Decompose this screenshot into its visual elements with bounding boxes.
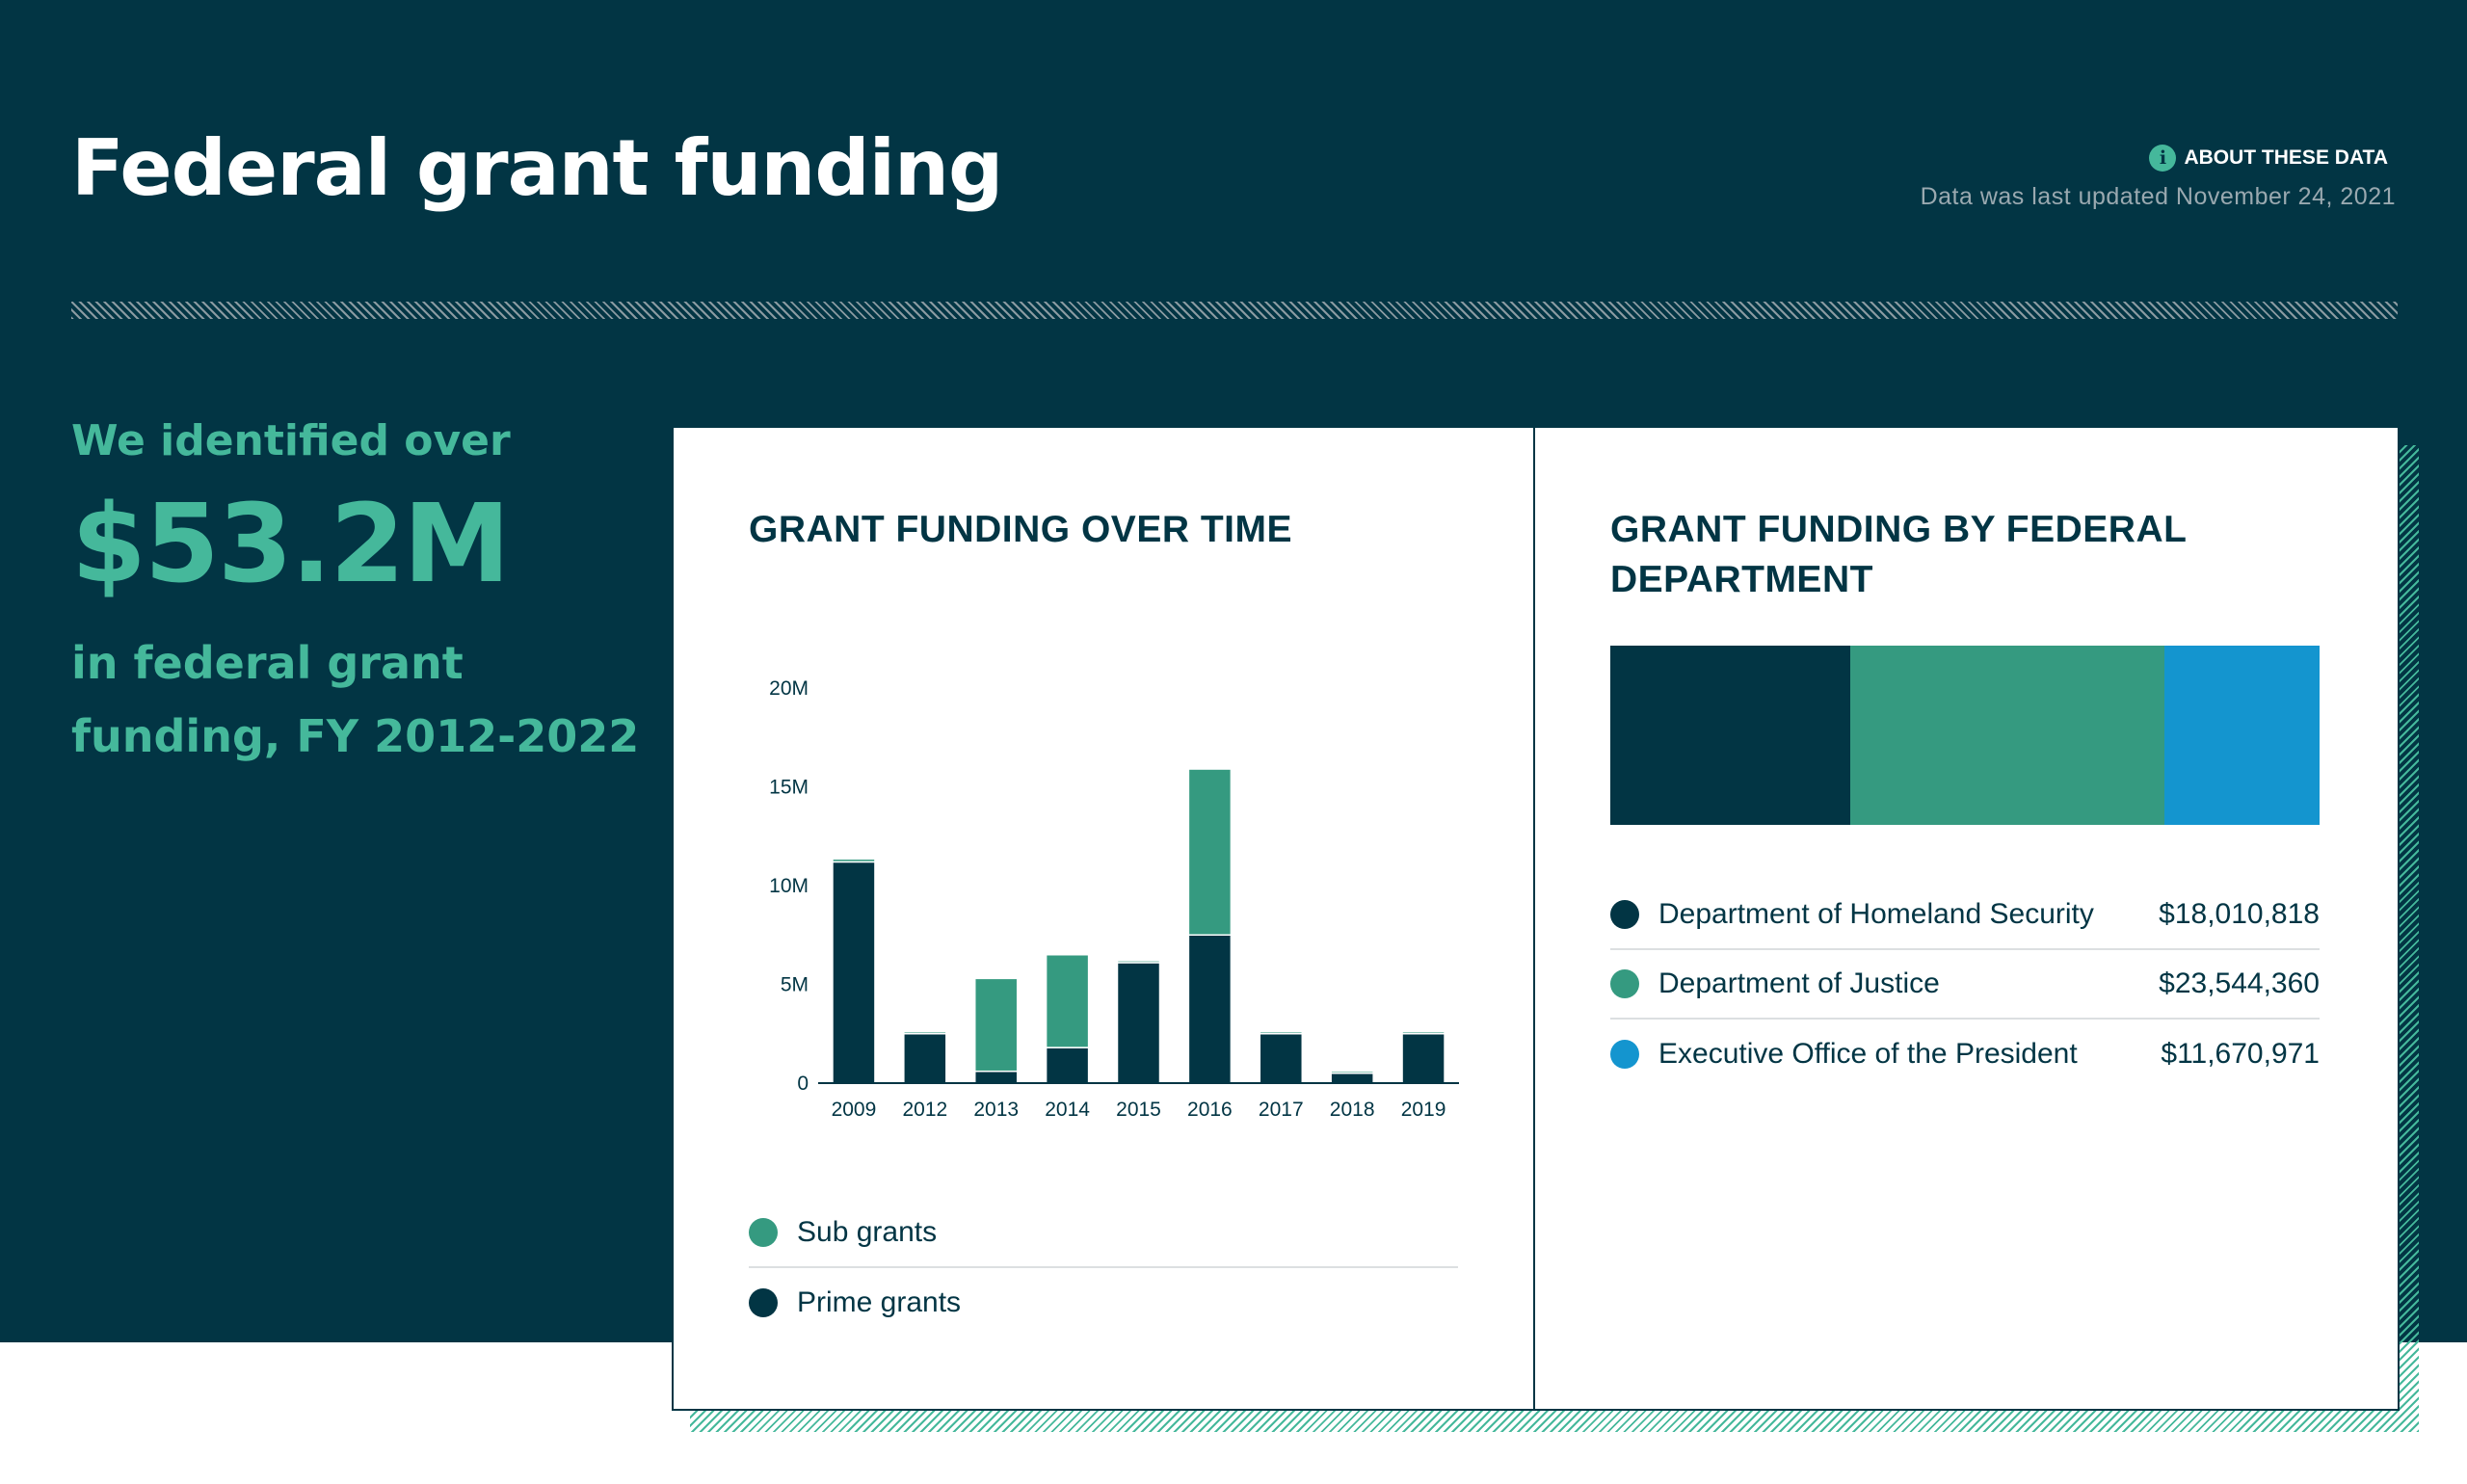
funding-over-time-legend: Sub grants Prime grants xyxy=(749,1199,1458,1338)
bar-sub-grants-2013[interactable] xyxy=(973,977,1019,1073)
bar-prime-grants-2015[interactable] xyxy=(1116,962,1161,1084)
x-tick-label: 2017 xyxy=(1259,1099,1304,1121)
legend-value: $23,544,360 xyxy=(2159,967,2320,999)
chart-title: GRANT FUNDING BY FEDERAL DEPARTMENT xyxy=(1610,509,2187,600)
card-hatch-shadow-right xyxy=(2398,445,2419,1432)
legend-item[interactable]: Department of Homeland Security $18,010,8… xyxy=(1610,881,2320,950)
bar-prime-grants-2014[interactable] xyxy=(1045,1047,1090,1084)
x-tick-label: 2012 xyxy=(902,1099,947,1121)
last-updated-text: Data was last updated November 24, 2021 xyxy=(1920,183,2396,210)
legend-label: Department of Homeland Security xyxy=(1658,898,2094,930)
bar-sub-grants-2012[interactable] xyxy=(903,1030,947,1035)
legend-item[interactable]: Sub grants xyxy=(749,1199,1458,1268)
x-tick-label: 2009 xyxy=(832,1099,877,1121)
summary-lead: We identified over xyxy=(71,416,511,465)
x-tick-label: 2015 xyxy=(1116,1099,1161,1121)
bar-segment-executive-office-of-the-president[interactable] xyxy=(2163,646,2320,825)
legend-value: $11,670,971 xyxy=(2161,1038,2320,1070)
x-tick-label: 2019 xyxy=(1401,1099,1446,1121)
page-title: Federal grant funding xyxy=(71,123,1003,213)
bar-prime-grants-2009[interactable] xyxy=(832,861,876,1084)
chart-title: GRANT FUNDING OVER TIME xyxy=(749,509,1292,550)
bar-sub-grants-2009[interactable] xyxy=(832,858,876,863)
legend-dot-icon xyxy=(1610,969,1639,998)
y-tick-label: 15M xyxy=(769,777,809,799)
summary-trail: in federal grant funding, FY 2012-2022 xyxy=(71,637,640,762)
legend-value: $18,010,818 xyxy=(2159,898,2320,930)
legend-item[interactable]: Executive Office of the President $11,670… xyxy=(1610,1020,2320,1089)
bar-prime-grants-2017[interactable] xyxy=(1259,1033,1304,1084)
funding-over-time-chart: 20M 15M 10M 5M 0 2009 2012 2013 2014 2015 2016 2017… xyxy=(769,677,1459,1121)
legend-item[interactable]: Prime grants xyxy=(749,1268,1458,1338)
legend-label: Sub grants xyxy=(797,1216,938,1248)
legend-dot-icon xyxy=(749,1288,778,1317)
x-tick-label: 2016 xyxy=(1187,1099,1233,1121)
legend-dot-icon xyxy=(1610,900,1639,929)
legend-label: Department of Justice xyxy=(1658,967,1940,999)
x-tick-label: 2018 xyxy=(1330,1099,1375,1121)
bar-sub-grants-2014[interactable] xyxy=(1045,954,1090,1048)
card-funding-over-time: GRANT FUNDING OVER TIME 20M 15M 10M 5M 0 2009… xyxy=(672,426,1535,1411)
info-icon: i xyxy=(2149,145,2177,172)
legend-label: Prime grants xyxy=(797,1286,962,1318)
bar-sub-grants-2019[interactable] xyxy=(1401,1030,1446,1035)
y-tick-label: 10M xyxy=(769,875,809,897)
y-tick-label: 20M xyxy=(769,677,809,700)
legend-dot-icon xyxy=(1610,1040,1639,1069)
bar-sub-grants-2015[interactable] xyxy=(1116,960,1161,964)
bar-sub-grants-2018[interactable] xyxy=(1330,1070,1374,1074)
bar-prime-grants-2016[interactable] xyxy=(1187,934,1233,1084)
x-tick-label: 2014 xyxy=(1045,1099,1090,1121)
bar-sub-grants-2017[interactable] xyxy=(1259,1030,1304,1035)
bar-prime-grants-2013[interactable] xyxy=(973,1070,1019,1084)
y-tick-label: 0 xyxy=(797,1073,809,1095)
y-tick-label: 5M xyxy=(781,974,809,996)
card-hatch-shadow-bottom xyxy=(690,1411,2419,1432)
bar-sub-grants-2016[interactable] xyxy=(1187,768,1233,936)
legend-dot-icon xyxy=(749,1218,778,1247)
bar-prime-grants-2018[interactable] xyxy=(1330,1073,1374,1084)
department-stacked-bar xyxy=(1610,646,2320,825)
about-label: ABOUT THESE DATA xyxy=(2184,146,2388,169)
legend-item[interactable]: Department of Justice $23,544,360 xyxy=(1610,950,2320,1020)
hatch-divider xyxy=(71,302,2398,319)
bar-prime-grants-2019[interactable] xyxy=(1401,1033,1446,1084)
department-legend: Department of Homeland Security $18,010,8… xyxy=(1610,881,2320,1089)
about-these-data-link[interactable]: i ABOUT THESE DATA xyxy=(2149,145,2388,172)
bar-segment-department-of-justice[interactable] xyxy=(1850,646,2164,825)
card-funding-by-department: GRANT FUNDING BY FEDERAL DEPARTMENT Depa… xyxy=(1533,426,2400,1411)
summary-amount: $53.2M xyxy=(71,482,511,607)
bar-prime-grants-2012[interactable] xyxy=(903,1033,947,1084)
bar-segment-department-of-homeland-security[interactable] xyxy=(1610,646,1851,825)
x-tick-label: 2013 xyxy=(973,1099,1019,1121)
legend-label: Executive Office of the President xyxy=(1658,1038,2078,1070)
